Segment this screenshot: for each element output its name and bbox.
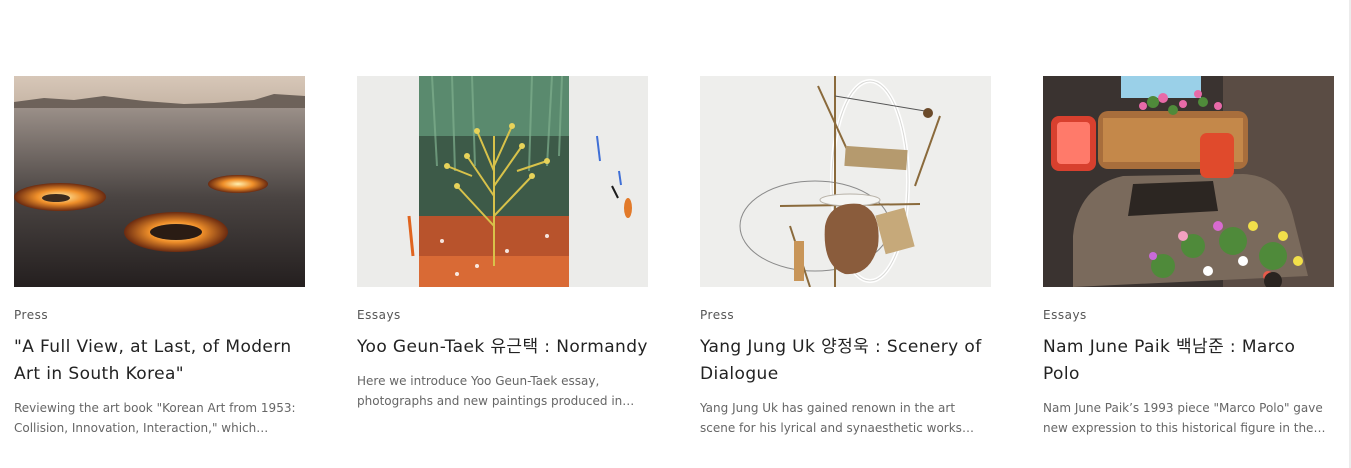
article-card-2[interactable]: Essays Yoo Geun-Taek 유근택 : Normandy Here…: [357, 76, 648, 438]
car-with-flowers: [1043, 76, 1334, 287]
article-category: Essays: [1043, 308, 1087, 322]
article-category: Press: [700, 308, 735, 322]
kinetic-sculpture: [700, 76, 991, 287]
article-thumbnail[interactable]: [700, 76, 991, 287]
article-thumbnail[interactable]: [14, 76, 305, 287]
article-category: Press: [14, 308, 49, 322]
article-category: Essays: [357, 308, 401, 322]
article-grid: Press "A Full View, at Last, of Modern A…: [14, 76, 1334, 438]
article-thumbnail[interactable]: [357, 76, 648, 287]
article-title[interactable]: Yoo Geun-Taek 유근택 : Normandy: [357, 334, 648, 361]
article-excerpt: Reviewing the art book "Korean Art from …: [14, 401, 296, 435]
article-title[interactable]: Nam June Paik 백남준 : Marco Polo: [1043, 334, 1334, 388]
lake-fire-photo: [14, 76, 305, 287]
article-excerpt: Yang Jung Uk has gained renown in the ar…: [700, 401, 962, 435]
article-card-1[interactable]: Press "A Full View, at Last, of Modern A…: [14, 76, 305, 438]
article-card-3[interactable]: Press Yang Jung Uk 양정욱 : Scenery of Dial…: [700, 76, 991, 438]
article-excerpt: Here we introduce Yoo Geun-Taek essay, p…: [357, 374, 623, 408]
article-title[interactable]: "A Full View, at Last, of Modern Art in …: [14, 334, 305, 388]
article-excerpt: Nam June Paik’s 1993 piece "Marco Polo" …: [1043, 401, 1323, 435]
article-title[interactable]: Yang Jung Uk 양정욱 : Scenery of Dialogue: [700, 334, 991, 388]
tree-painting: [357, 76, 648, 287]
article-card-4[interactable]: Essays Nam June Paik 백남준 : Marco Polo Na…: [1043, 76, 1334, 438]
article-thumbnail[interactable]: [1043, 76, 1334, 287]
